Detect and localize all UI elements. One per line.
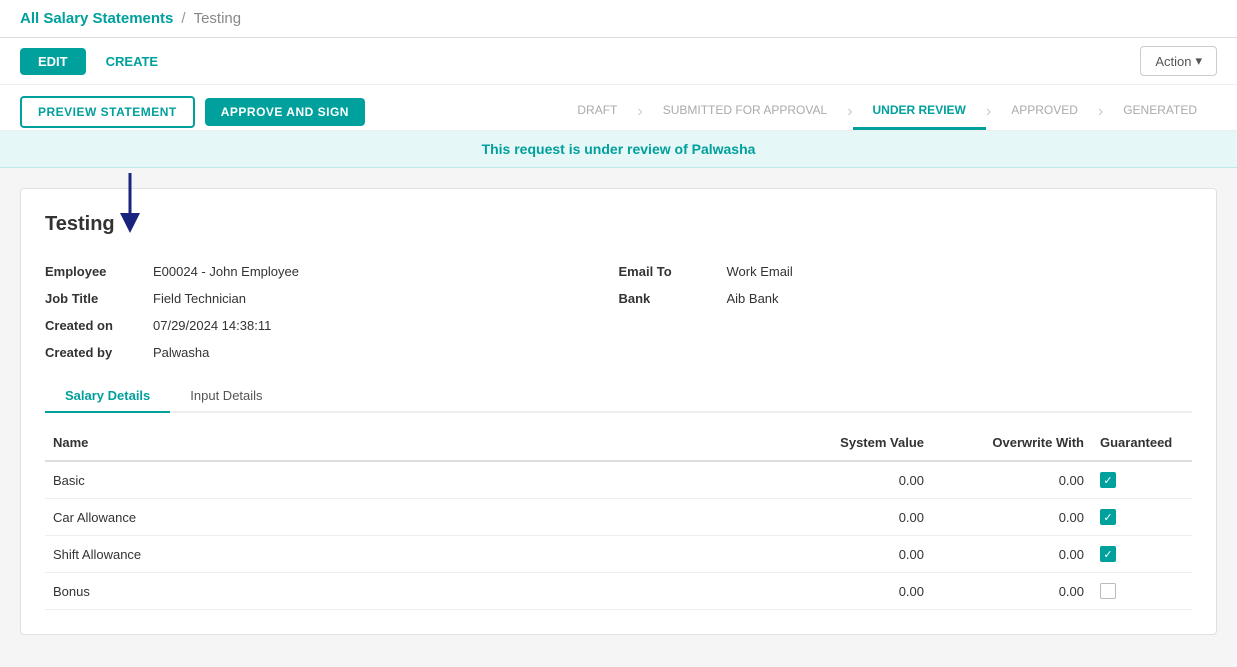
row-system-value-basic: 0.00 <box>772 469 932 492</box>
form-right: Email To Work Email Bank Aib Bank <box>619 260 1193 364</box>
row-guaranteed-basic: ✓ <box>1092 468 1192 492</box>
row-overwrite-car: 0.00 <box>932 506 1092 529</box>
salary-details-table: Name System Value Overwrite With Guarant… <box>45 425 1192 610</box>
created-on-label: Created on <box>45 318 145 333</box>
table-row: Shift Allowance 0.00 0.00 ✓ <box>45 536 1192 573</box>
table-row: Basic 0.00 0.00 ✓ <box>45 462 1192 499</box>
form-left: Employee E00024 - John Employee Job Titl… <box>45 260 619 364</box>
col-header-overwrite-with: Overwrite With <box>932 431 1092 454</box>
created-by-label: Created by <box>45 345 145 360</box>
bank-row: Bank Aib Bank <box>619 287 1193 310</box>
breadcrumb: All Salary Statements / Testing <box>0 0 1237 38</box>
row-name-car-allowance: Car Allowance <box>45 506 772 529</box>
action-arrow-icon: ▾ <box>1195 53 1202 69</box>
action-button[interactable]: Action ▾ <box>1140 46 1217 76</box>
row-guaranteed-car: ✓ <box>1092 505 1192 529</box>
col-header-name: Name <box>45 431 772 454</box>
job-title-row: Job Title Field Technician <box>45 287 619 310</box>
checkbox-basic[interactable]: ✓ <box>1100 472 1116 488</box>
created-by-value: Palwasha <box>153 345 209 360</box>
employee-label: Employee <box>45 264 145 279</box>
step-under-review[interactable]: UNDER REVIEW <box>853 93 986 130</box>
breadcrumb-current: Testing <box>194 10 242 27</box>
col-header-system-value: System Value <box>772 431 932 454</box>
email-to-value: Work Email <box>727 264 793 279</box>
row-overwrite-shift: 0.00 <box>932 543 1092 566</box>
main-content: Testing Employee E00024 - John Employee … <box>0 168 1237 655</box>
breadcrumb-separator: / <box>181 10 185 27</box>
table-row: Car Allowance 0.00 0.00 ✓ <box>45 499 1192 536</box>
bank-label: Bank <box>619 291 719 306</box>
action-bar: EDIT CREATE Action ▾ <box>0 38 1237 85</box>
preview-statement-button[interactable]: PREVIEW STATEMENT <box>20 96 195 128</box>
created-on-row: Created on 07/29/2024 14:38:11 <box>45 314 619 337</box>
row-system-value-car: 0.00 <box>772 506 932 529</box>
step-approved[interactable]: APPROVED <box>991 93 1098 130</box>
action-button-label: Action <box>1155 54 1191 69</box>
checkbox-car[interactable]: ✓ <box>1100 509 1116 525</box>
review-banner-message: This request is under review of Palwasha <box>482 141 756 157</box>
tab-input-details[interactable]: Input Details <box>170 380 282 413</box>
step-draft[interactable]: DRAFT <box>557 93 637 130</box>
row-system-value-bonus: 0.00 <box>772 580 932 603</box>
row-overwrite-bonus: 0.00 <box>932 580 1092 603</box>
row-name-basic: Basic <box>45 469 772 492</box>
row-name-bonus: Bonus <box>45 580 772 603</box>
approve-and-sign-button[interactable]: APPROVE AND SIGN <box>205 98 365 126</box>
row-name-shift-allowance: Shift Allowance <box>45 543 772 566</box>
tab-salary-details[interactable]: Salary Details <box>45 380 170 413</box>
step-generated[interactable]: GENERATED <box>1103 93 1217 130</box>
review-banner: This request is under review of Palwasha <box>0 131 1237 168</box>
action-dropdown-wrapper: Action ▾ <box>1140 46 1217 76</box>
edit-button[interactable]: EDIT <box>20 48 86 75</box>
step-submitted[interactable]: SUBMITTED FOR APPROVAL <box>643 93 847 130</box>
row-overwrite-basic: 0.00 <box>932 469 1092 492</box>
arrow-annotation <box>100 168 160 238</box>
created-on-value: 07/29/2024 14:38:11 <box>153 318 271 333</box>
row-guaranteed-shift: ✓ <box>1092 542 1192 566</box>
workflow-steps: DRAFT › SUBMITTED FOR APPROVAL › UNDER R… <box>557 93 1217 130</box>
action-bar-left: EDIT CREATE <box>20 48 170 75</box>
created-by-row: Created by Palwasha <box>45 341 619 364</box>
workflow-bar: PREVIEW STATEMENT APPROVE AND SIGN DRAFT… <box>0 85 1237 131</box>
breadcrumb-parent[interactable]: All Salary Statements <box>20 10 173 27</box>
col-header-guaranteed: Guaranteed <box>1092 431 1192 454</box>
job-title-label: Job Title <box>45 291 145 306</box>
job-title-value: Field Technician <box>153 291 246 306</box>
bank-value: Aib Bank <box>727 291 779 306</box>
employee-row: Employee E00024 - John Employee <box>45 260 619 283</box>
table-row: Bonus 0.00 0.00 <box>45 573 1192 610</box>
email-to-label: Email To <box>619 264 719 279</box>
row-system-value-shift: 0.00 <box>772 543 932 566</box>
workflow-left: PREVIEW STATEMENT APPROVE AND SIGN <box>20 96 365 128</box>
row-guaranteed-bonus <box>1092 579 1192 603</box>
tabs-row: Salary Details Input Details <box>45 380 1192 413</box>
form-card: Testing Employee E00024 - John Employee … <box>20 188 1217 635</box>
checkbox-shift[interactable]: ✓ <box>1100 546 1116 562</box>
table-header: Name System Value Overwrite With Guarant… <box>45 425 1192 462</box>
checkbox-bonus[interactable] <box>1100 583 1116 599</box>
form-grid: Employee E00024 - John Employee Job Titl… <box>45 260 1192 364</box>
employee-value: E00024 - John Employee <box>153 264 299 279</box>
form-title: Testing <box>45 213 1192 236</box>
email-to-row: Email To Work Email <box>619 260 1193 283</box>
create-button[interactable]: CREATE <box>94 48 170 75</box>
